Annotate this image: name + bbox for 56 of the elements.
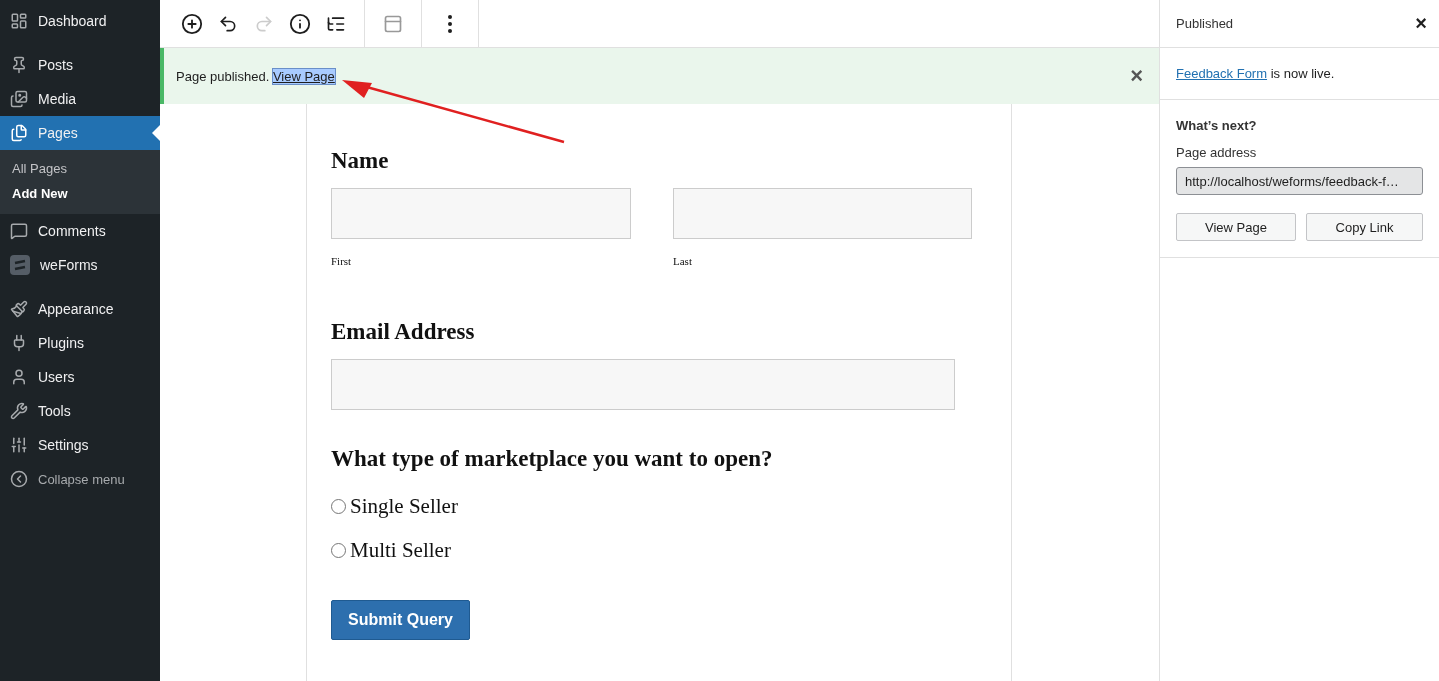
menu-item-icon [10,368,28,386]
email-input-field[interactable] [331,359,955,410]
menu-item-icon [10,90,28,108]
sidebar-item[interactable]: Tools [0,394,160,428]
menu-item-icon [10,124,28,142]
panel-title: Published [1176,16,1234,31]
collapse-icon [10,470,28,488]
submit-button[interactable]: Submit Query [331,600,470,640]
option-label: Multi Seller [350,538,451,563]
question-heading: What type of marketplace you want to open? [331,446,774,472]
submenu-item[interactable]: All Pages [0,156,160,181]
option-label: Single Seller [350,494,458,519]
undo-icon [218,13,238,34]
page-address-field[interactable]: http://localhost/weforms/feedback-f… [1176,167,1423,195]
sidebar-item[interactable]: weForms [0,248,160,282]
panel-button[interactable]: View Page [1176,213,1296,241]
radio-button[interactable] [331,543,346,558]
more-icon [448,14,452,33]
close-button[interactable]: × [1415,12,1427,35]
field-heading: Email Address [331,319,476,345]
plus-icon [181,12,203,35]
text-input-field[interactable] [331,188,631,239]
sidebar-item[interactable]: Settings [0,428,160,462]
page-title-link[interactable]: Feedback Form [1176,66,1268,81]
live-status-text: is now live. [1270,66,1335,81]
menu-item-icon [10,56,28,74]
radio-button[interactable] [331,499,346,514]
section-heading: What’s next? [1176,118,1258,133]
sidebar-item[interactable]: Dashboard [0,4,160,38]
field-label: Page address [1176,145,1258,160]
sidebar-item[interactable]: Pages [0,116,160,150]
sidebar-item[interactable]: Posts [0,48,160,82]
sidebar-item[interactable]: Plugins [0,326,160,360]
field-heading: Name [331,148,390,174]
text-input-field[interactable] [673,188,972,239]
sub-label: Last [673,255,693,267]
info-icon [289,12,311,35]
sidebar-item[interactable]: Comments [0,214,160,248]
sidebar-item[interactable]: Users [0,360,160,394]
submenu-item[interactable]: Add New [0,181,160,206]
notice-text: Page published. View Page [176,68,336,84]
collapse-menu-button[interactable]: Collapse menu [0,462,160,496]
sidebar-item[interactable]: Media [0,82,160,116]
sub-label: First [331,255,353,267]
menu-item-icon [10,300,28,318]
panel-button[interactable]: Copy Link [1306,213,1423,241]
panel-icon [383,13,403,34]
menu-item-icon [10,12,28,30]
menu-item-icon [10,222,28,240]
view-page-link[interactable]: View Page [272,68,335,84]
menu-item-icon [10,402,28,420]
weforms-logo-icon [10,255,30,275]
menu-item-icon [10,436,28,454]
redo-icon [254,13,274,34]
close-button[interactable]: × [1130,63,1143,89]
sidebar-item[interactable]: Appearance [0,292,160,326]
